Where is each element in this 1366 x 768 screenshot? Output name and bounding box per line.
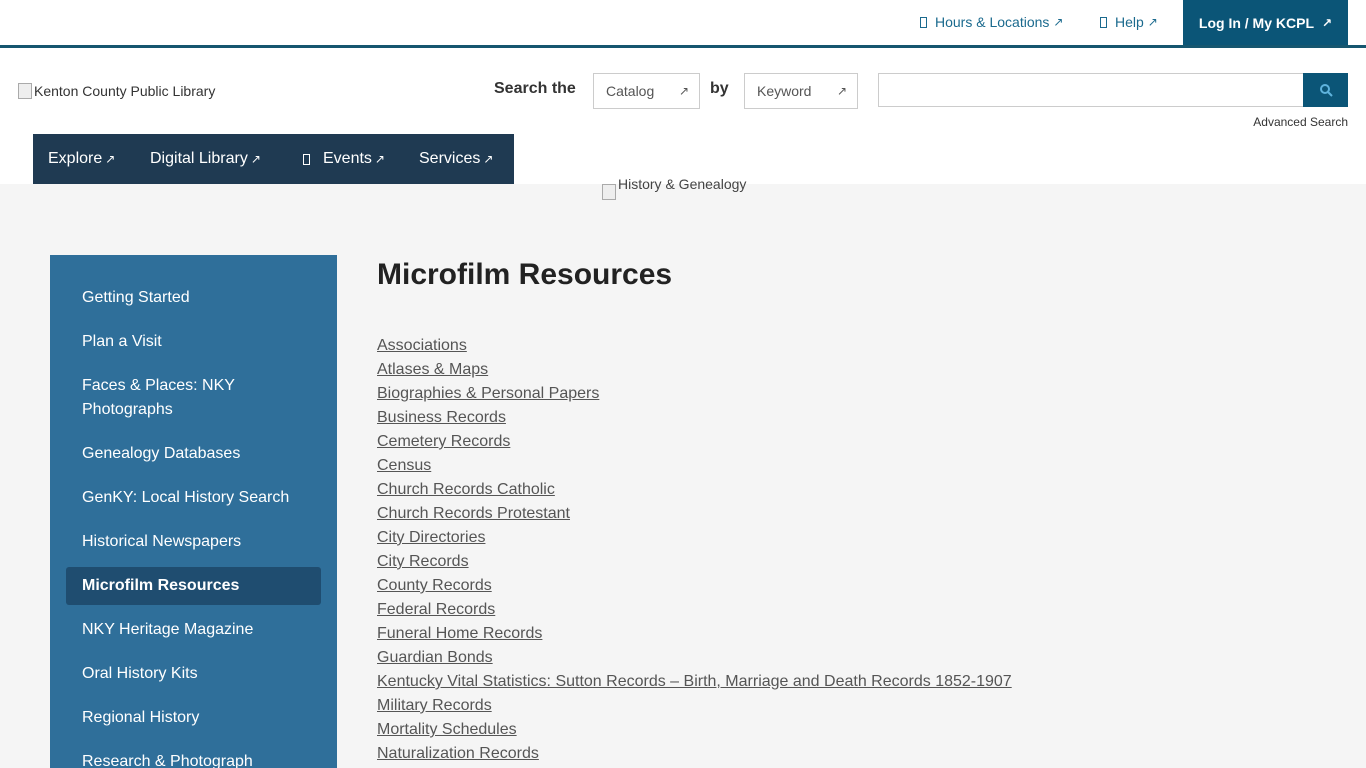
nav-services[interactable]: Services ↗ (419, 150, 493, 168)
resource-link[interactable]: Church Records Catholic (377, 478, 1012, 502)
by-label: by (710, 80, 729, 97)
search-icon (1319, 84, 1333, 97)
sidebar-nav: Getting Started Plan a Visit Faces & Pla… (50, 255, 337, 768)
sidebar-item-historical-newspapers[interactable]: Historical Newspapers (82, 530, 322, 554)
logo-alt-text: Kenton County Public Library (34, 83, 216, 99)
nav-digital-library-label: Digital Library (150, 150, 248, 167)
library-logo[interactable]: Kenton County Public Library (18, 83, 215, 99)
search-type-select[interactable]: Keyword ↗ (744, 73, 858, 109)
nav-explore[interactable]: Explore ↗ (48, 150, 115, 168)
nav-events-label: Events (323, 150, 372, 167)
resource-link[interactable]: Church Records Protestant (377, 502, 1012, 526)
sidebar-item-oral-history-kits[interactable]: Oral History Kits (82, 662, 322, 686)
search-type-value: Keyword (757, 83, 812, 99)
external-link-icon: ↗ (1322, 15, 1333, 30)
external-link-icon: ↗ (1053, 15, 1064, 29)
sidebar-item-faces-places[interactable]: Faces & Places: NKY Photographs (82, 374, 322, 422)
external-link-icon: ↗ (1147, 15, 1158, 29)
resource-link[interactable]: City Records (377, 550, 1012, 574)
resource-link[interactable]: Kentucky Vital Statistics: Sutton Record… (377, 670, 1012, 694)
main-navigation: Explore ↗ Digital Library ↗ Events ↗ Ser… (33, 134, 514, 184)
sidebar-item-plan-a-visit[interactable]: Plan a Visit (82, 330, 322, 354)
resource-link[interactable]: Federal Records (377, 598, 1012, 622)
resource-link[interactable]: Census (377, 454, 1012, 478)
resource-link[interactable]: City Directories (377, 526, 1012, 550)
nav-explore-label: Explore (48, 150, 103, 167)
external-link-icon: ↗ (250, 152, 261, 166)
sidebar-item-microfilm-resources[interactable]: Microfilm Resources (66, 567, 321, 605)
hours-locations-link[interactable]: Hours & Locations ↗ (920, 14, 1063, 30)
sidebar-item-regional-history[interactable]: Regional History (82, 706, 322, 730)
help-link[interactable]: Help ↗ (1100, 14, 1158, 30)
page-title: Microfilm Resources (377, 258, 673, 291)
resource-link[interactable]: Biographies & Personal Papers (377, 382, 1012, 406)
sidebar-item-research-photograph[interactable]: Research & Photograph (82, 750, 322, 768)
nav-services-label: Services (419, 150, 481, 167)
nav-events[interactable]: Events ↗ (303, 150, 385, 168)
resource-link[interactable]: Atlases & Maps (377, 358, 1012, 382)
banner-alt-text: History & Genealogy (618, 176, 747, 192)
sidebar-item-genealogy-databases[interactable]: Genealogy Databases (82, 442, 322, 466)
sidebar-item-genky[interactable]: GenKY: Local History Search (82, 486, 322, 510)
resource-link[interactable]: Mortality Schedules (377, 718, 1012, 742)
utility-bar: Hours & Locations ↗ Help ↗ Log In / My K… (0, 0, 1366, 45)
search-button[interactable] (1303, 73, 1348, 107)
resource-link[interactable]: County Records (377, 574, 1012, 598)
dropdown-arrow-icon: ↗ (836, 84, 847, 98)
search-scope-value: Catalog (606, 83, 655, 99)
sidebar-item-getting-started[interactable]: Getting Started (82, 286, 322, 310)
nav-digital-library[interactable]: Digital Library ↗ (150, 150, 261, 168)
section-banner: History & Genealogy (602, 176, 746, 200)
hours-locations-label: Hours & Locations (935, 14, 1050, 30)
sidebar-item-nky-heritage-magazine[interactable]: NKY Heritage Magazine (82, 618, 322, 642)
clock-icon (920, 16, 927, 28)
external-link-icon: ↗ (374, 152, 385, 166)
advanced-search-link[interactable]: Advanced Search (1253, 115, 1348, 129)
external-link-icon: ↗ (483, 152, 494, 166)
search-the-label: Search the (494, 80, 576, 97)
resource-link-list: Associations Atlases & Maps Biographies … (377, 334, 1012, 766)
search-scope-select[interactable]: Catalog ↗ (593, 73, 700, 109)
resource-link[interactable]: Military Records (377, 694, 1012, 718)
broken-image-icon (18, 83, 32, 99)
help-icon (1100, 16, 1107, 28)
help-label: Help (1115, 14, 1144, 30)
resource-link[interactable]: Guardian Bonds (377, 646, 1012, 670)
login-label: Log In / My KCPL (1198, 14, 1315, 31)
external-link-icon: ↗ (105, 152, 116, 166)
resource-link[interactable]: Naturalization Records (377, 742, 1012, 766)
dropdown-arrow-icon: ↗ (678, 84, 689, 98)
calendar-icon (303, 153, 310, 165)
resource-link[interactable]: Associations (377, 334, 1012, 358)
broken-image-icon (602, 184, 616, 200)
search-input[interactable] (878, 73, 1304, 107)
login-button[interactable]: Log In / My KCPL ↗ (1183, 0, 1348, 45)
resource-link[interactable]: Funeral Home Records (377, 622, 1012, 646)
resource-link[interactable]: Cemetery Records (377, 430, 1012, 454)
site-header: Kenton County Public Library Search the … (0, 48, 1366, 184)
resource-link[interactable]: Business Records (377, 406, 1012, 430)
